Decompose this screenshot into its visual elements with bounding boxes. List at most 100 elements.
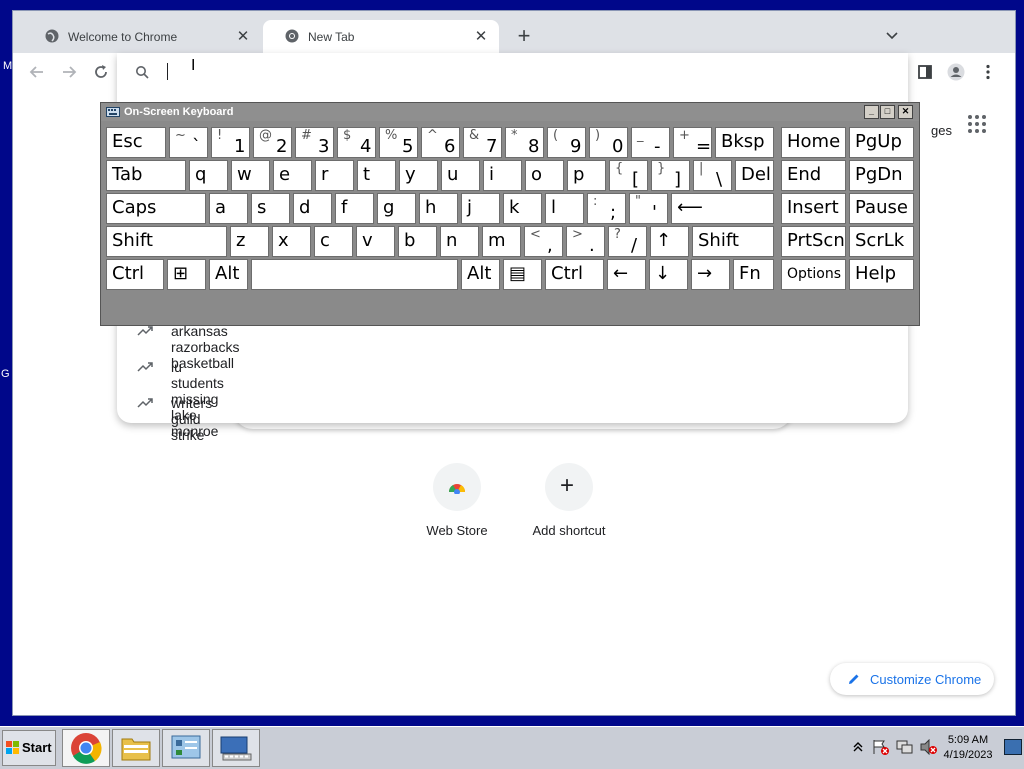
osk-key-sym-0-3[interactable]: @2 (253, 127, 292, 158)
taskbar-explorer-button[interactable] (112, 729, 160, 767)
new-tab-button[interactable]: + (513, 25, 535, 47)
osk-key-m[interactable]: m (482, 226, 521, 257)
osk-key-f[interactable]: f (335, 193, 374, 224)
osk-key-w[interactable]: w (231, 160, 270, 191)
osk-key-options[interactable]: Options (781, 259, 846, 290)
osk-key--[interactable]: ⟵ (671, 193, 774, 224)
show-desktop-button[interactable] (1004, 739, 1022, 755)
osk-key-sym-0-10[interactable]: (9 (547, 127, 586, 158)
tab-search-chevron-icon[interactable] (885, 29, 899, 43)
forward-arrow-icon[interactable] (59, 62, 79, 82)
show-hidden-icons-icon[interactable] (853, 741, 863, 753)
osk-key-b[interactable]: b (398, 226, 437, 257)
osk-key-space[interactable] (251, 259, 458, 290)
osk-key-sym-3-10[interactable]: ? / (608, 226, 647, 257)
osk-close-button[interactable]: ✕ (898, 105, 913, 119)
action-center-flag-icon[interactable] (872, 739, 890, 755)
start-button[interactable]: Start (2, 730, 56, 766)
more-menu-icon[interactable] (979, 63, 997, 81)
osk-key-a[interactable]: a (209, 193, 248, 224)
osk-key--[interactable]: ← (607, 259, 646, 290)
shortcut-web-store[interactable]: Web Store (407, 463, 507, 538)
osk-key-esc[interactable]: Esc (106, 127, 166, 158)
close-tab-icon[interactable]: ✕ (235, 27, 251, 45)
omnibox[interactable]: I (117, 53, 908, 91)
osk-key-sym-3-9[interactable]: >. (566, 226, 605, 257)
osk-maximize-button[interactable]: □ (880, 105, 895, 119)
osk-key-sym-0-13[interactable]: + = (673, 127, 712, 158)
customize-chrome-button[interactable]: Customize Chrome (830, 663, 994, 695)
osk-key-r[interactable]: r (315, 160, 354, 191)
osk-key-del[interactable]: Del (735, 160, 774, 191)
images-link-partial[interactable]: ges (931, 123, 952, 138)
osk-key--[interactable]: ⊞ (167, 259, 206, 290)
osk-key-ctrl[interactable]: Ctrl (545, 259, 604, 290)
osk-key-h[interactable]: h (419, 193, 458, 224)
osk-key-sym-1-13[interactable]: | \ (693, 160, 732, 191)
osk-key-i[interactable]: i (483, 160, 522, 191)
osk-key-sym-2-10[interactable]: :; (587, 193, 626, 224)
osk-key-q[interactable]: q (189, 160, 228, 191)
tab-welcome[interactable]: Welcome to Chrome ✕ (23, 20, 261, 53)
osk-key-sym-0-12[interactable]: _ - (631, 127, 670, 158)
osk-key--[interactable]: ↓ (649, 259, 688, 290)
osk-key-sym-2-11[interactable]: " ' (629, 193, 668, 224)
osk-key-s[interactable]: s (251, 193, 290, 224)
osk-key-p[interactable]: p (567, 160, 606, 191)
osk-key-ctrl[interactable]: Ctrl (106, 259, 164, 290)
osk-key-alt[interactable]: Alt (209, 259, 248, 290)
osk-key-help[interactable]: Help (849, 259, 914, 290)
osk-key-home[interactable]: Home (781, 127, 846, 158)
profile-avatar-icon[interactable] (947, 63, 965, 81)
osk-key-j[interactable]: j (461, 193, 500, 224)
osk-key-sym-0-9[interactable]: * 8 (505, 127, 544, 158)
osk-key-n[interactable]: n (440, 226, 479, 257)
osk-key-sym-0-7[interactable]: ^ 6 (421, 127, 460, 158)
osk-key-y[interactable]: y (399, 160, 438, 191)
osk-key-t[interactable]: t (357, 160, 396, 191)
osk-key-sym-1-11[interactable]: {[ (609, 160, 648, 191)
osk-key--[interactable]: ↑ (650, 226, 689, 257)
taskbar-control-panel-button[interactable] (162, 729, 210, 767)
osk-key-caps[interactable]: Caps (106, 193, 206, 224)
tab-new-tab[interactable]: New Tab ✕ (263, 20, 499, 53)
osk-key-sym-1-12[interactable]: }] (651, 160, 690, 191)
osk-key-sym-0-8[interactable]: & 7 (463, 127, 502, 158)
osk-key-sym-0-5[interactable]: $4 (337, 127, 376, 158)
osk-key-sym-0-4[interactable]: #3 (295, 127, 334, 158)
osk-key-g[interactable]: g (377, 193, 416, 224)
system-clock[interactable]: 5:09 AM 4/19/2023 (938, 733, 998, 763)
osk-title-bar[interactable]: On-Screen Keyboard _ □ ✕ (101, 103, 919, 121)
back-arrow-icon[interactable] (27, 62, 47, 82)
osk-key-u[interactable]: u (441, 160, 480, 191)
volume-muted-icon[interactable] (920, 739, 938, 755)
apps-grid-icon[interactable] (967, 114, 987, 134)
taskbar-osk-button[interactable] (212, 729, 260, 767)
taskbar-chrome-button[interactable] (62, 729, 110, 767)
osk-key-z[interactable]: z (230, 226, 269, 257)
osk-key-e[interactable]: e (273, 160, 312, 191)
reload-icon[interactable] (91, 62, 111, 82)
osk-key-v[interactable]: v (356, 226, 395, 257)
osk-key-k[interactable]: k (503, 193, 542, 224)
osk-key-fn[interactable]: Fn (733, 259, 774, 290)
osk-key-scrlk[interactable]: ScrLk (849, 226, 914, 257)
osk-key-alt[interactable]: Alt (461, 259, 500, 290)
osk-key-insert[interactable]: Insert (781, 193, 846, 224)
osk-key--[interactable]: → (691, 259, 730, 290)
osk-key--[interactable]: ▤ (503, 259, 542, 290)
osk-key-sym-0-6[interactable]: % 5 (379, 127, 418, 158)
osk-key-end[interactable]: End (781, 160, 846, 191)
osk-key-c[interactable]: c (314, 226, 353, 257)
osk-key-d[interactable]: d (293, 193, 332, 224)
osk-key-shift[interactable]: Shift (106, 226, 227, 257)
osk-key-sym-0-11[interactable]: ) 0 (589, 127, 628, 158)
shortcut-add[interactable]: + Add shortcut (519, 463, 619, 538)
osk-key-shift[interactable]: Shift (692, 226, 774, 257)
osk-key-sym-0-1[interactable]: ~ ` (169, 127, 208, 158)
osk-key-l[interactable]: l (545, 193, 584, 224)
osk-key-sym-3-8[interactable]: <, (524, 226, 563, 257)
osk-key-pgup[interactable]: PgUp (849, 127, 914, 158)
osk-key-bksp[interactable]: Bksp (715, 127, 774, 158)
network-icon[interactable] (896, 739, 914, 755)
